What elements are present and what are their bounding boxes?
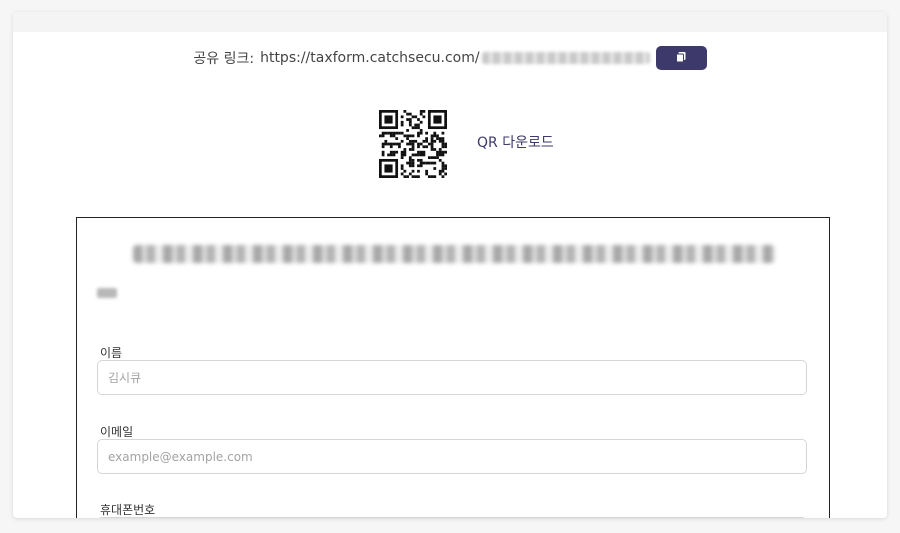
share-link-redacted-path bbox=[481, 52, 650, 64]
qr-row: QR 다운로드 bbox=[13, 110, 887, 178]
form-description-redacted bbox=[97, 288, 117, 298]
copy-icon bbox=[675, 51, 687, 66]
card-topbar bbox=[13, 12, 887, 32]
name-field-label: 이름 bbox=[100, 346, 123, 360]
phone-field-label: 휴대폰번호 bbox=[100, 503, 156, 517]
form-preview: 이름 이메일 휴대폰번호 bbox=[76, 217, 830, 518]
share-link-url-prefix: https://taxform.catchsecu.com/ bbox=[260, 50, 480, 66]
email-field-label: 이메일 bbox=[100, 425, 134, 439]
form-title-redacted bbox=[133, 245, 775, 263]
share-link-row: 공유 링크: https://taxform.catchsecu.com/ bbox=[13, 46, 887, 70]
phone-input[interactable] bbox=[97, 517, 807, 518]
email-input[interactable] bbox=[97, 439, 807, 474]
qr-code bbox=[379, 110, 447, 178]
share-link-url[interactable]: https://taxform.catchsecu.com/ bbox=[260, 50, 650, 66]
share-link-label: 공유 링크: bbox=[193, 51, 255, 67]
qr-download-link[interactable]: QR 다운로드 bbox=[477, 132, 554, 152]
copy-link-button[interactable] bbox=[655, 46, 707, 70]
name-input[interactable] bbox=[97, 360, 807, 395]
share-card: 공유 링크: https://taxform.catchsecu.com/ QR… bbox=[13, 12, 887, 518]
